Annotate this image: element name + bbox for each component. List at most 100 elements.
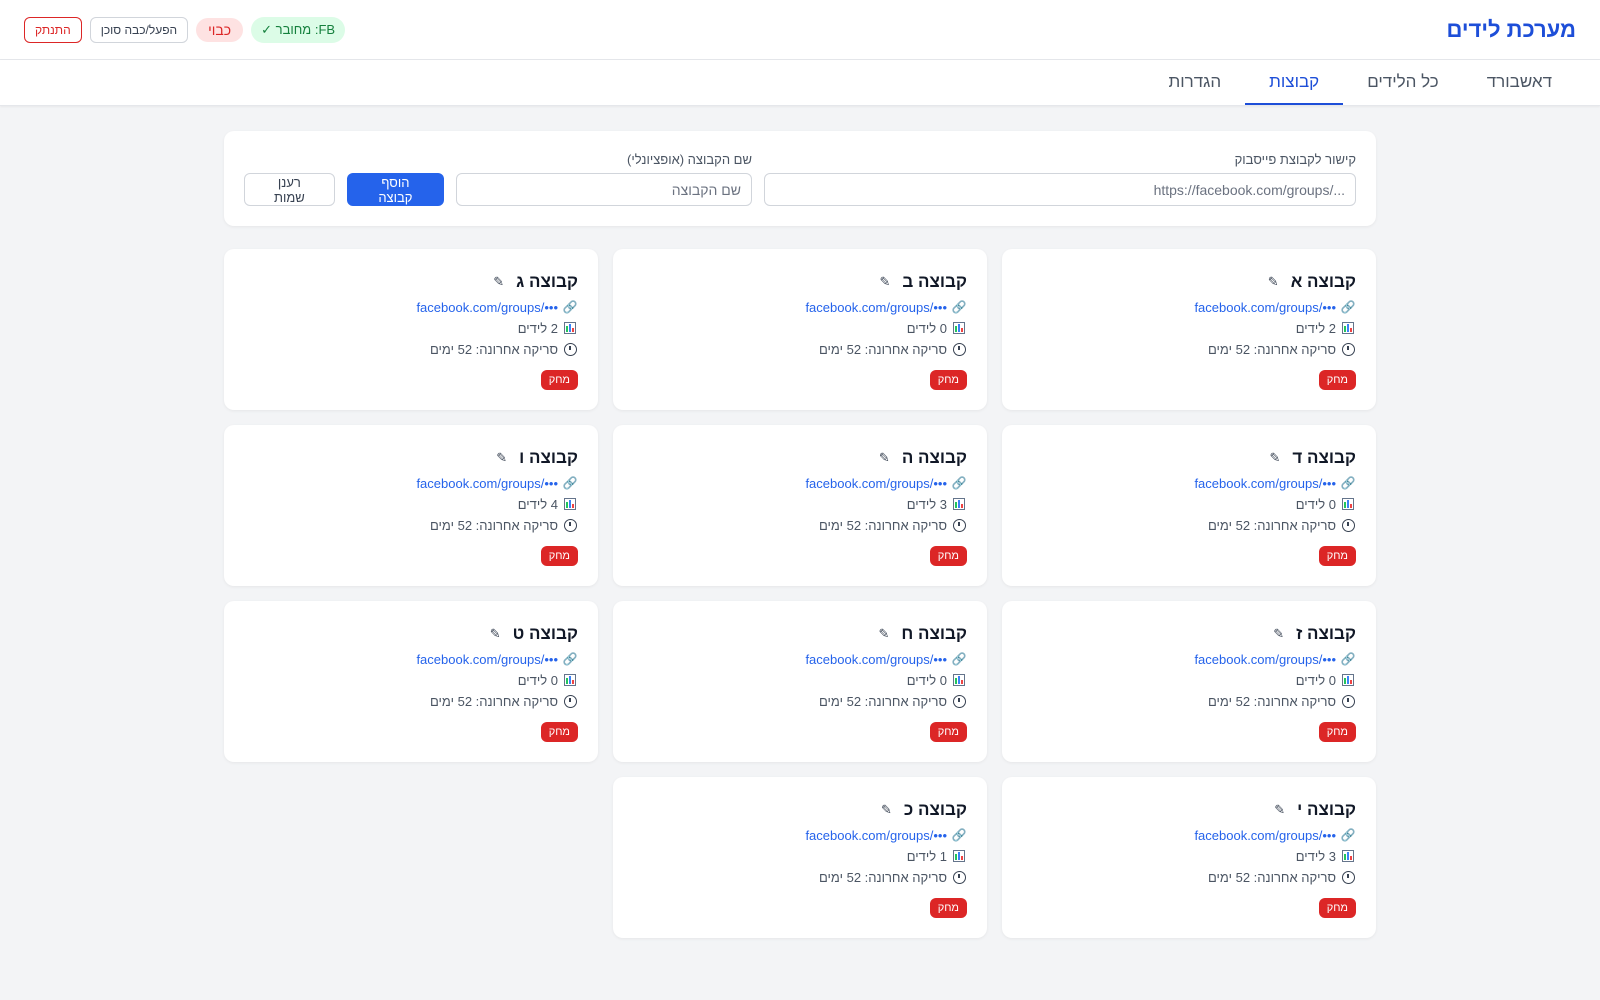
pencil-icon[interactable]: ✎ xyxy=(493,274,504,290)
group-leads-count: 4 לידים xyxy=(517,496,558,512)
pencil-icon[interactable]: ✎ xyxy=(1273,626,1284,642)
link-icon: 🔗 xyxy=(1340,476,1356,490)
clock-icon xyxy=(1340,342,1356,356)
group-leads-row: 2 לידים xyxy=(244,319,578,337)
group-card-header: קבוצה ה ✎ xyxy=(633,445,967,471)
group-last-scan: סריקה אחרונה: 52 ימים xyxy=(1208,517,1336,533)
group-leads-count: 3 לידים xyxy=(906,496,947,512)
bar-chart-icon xyxy=(951,498,967,510)
delete-group-button[interactable]: מחק xyxy=(1318,370,1356,390)
link-icon: 🔗 xyxy=(951,828,967,842)
header-actions: FB: מחובר ✓ כבוי הפעל/כבה סוכן התנתק xyxy=(24,16,346,43)
group-card-header: קבוצה כ ✎ xyxy=(633,797,967,823)
bar-chart-icon xyxy=(1340,498,1356,510)
group-last-scan: סריקה אחרונה: 52 ימים xyxy=(430,341,558,357)
group-card: קבוצה ח ✎ 🔗 facebook.com/groups/••• 0 לי… xyxy=(613,601,987,762)
group-card: קבוצה ג ✎ 🔗 facebook.com/groups/••• 2 לי… xyxy=(224,249,598,410)
bar-chart-icon xyxy=(951,850,967,862)
group-link[interactable]: facebook.com/groups/••• xyxy=(416,300,558,315)
group-last-scan: סריקה אחרונה: 52 ימים xyxy=(819,341,947,357)
group-card-header: קבוצה ח ✎ xyxy=(633,621,968,647)
link-icon: 🔗 xyxy=(1340,300,1356,314)
group-last-scan-row: סריקה אחרונה: 52 ימים xyxy=(1022,868,1356,886)
group-leads-count: 2 לידים xyxy=(517,320,558,336)
clock-icon xyxy=(1340,694,1356,708)
group-link[interactable]: facebook.com/groups/••• xyxy=(1194,652,1336,667)
group-name: קבוצה ח xyxy=(901,624,967,643)
group-last-scan: סריקה אחרונה: 52 ימים xyxy=(819,517,947,533)
bar-chart-icon xyxy=(1340,322,1356,334)
main-content: קישור לקבוצת פייסבוק שם הקבוצה (אופציונל… xyxy=(224,131,1376,938)
clock-icon xyxy=(1340,518,1356,532)
delete-group-button[interactable]: מחק xyxy=(929,370,967,390)
add-group-button[interactable]: הוסף קבוצה xyxy=(346,173,444,206)
group-leads-row: 0 לידים xyxy=(633,671,967,689)
group-name: קבוצה כ xyxy=(903,800,967,819)
pencil-icon[interactable]: ✎ xyxy=(1270,450,1281,466)
pencil-icon[interactable]: ✎ xyxy=(490,626,501,642)
group-leads-count: 3 לידים xyxy=(1295,848,1336,864)
delete-group-button[interactable]: מחק xyxy=(1318,546,1356,566)
bar-chart-icon xyxy=(562,322,578,334)
delete-group-button[interactable]: מחק xyxy=(1318,722,1356,742)
group-link[interactable]: facebook.com/groups/••• xyxy=(805,476,947,491)
group-link[interactable]: facebook.com/groups/••• xyxy=(805,300,947,315)
group-link-row: 🔗 facebook.com/groups/••• xyxy=(1022,474,1356,492)
link-icon: 🔗 xyxy=(562,300,578,314)
group-leads-row: 2 לידים xyxy=(1022,319,1356,337)
tab-groups[interactable]: קבוצות xyxy=(1245,60,1344,105)
group-link[interactable]: facebook.com/groups/••• xyxy=(416,652,558,667)
link-icon: 🔗 xyxy=(562,476,578,490)
tab-dashboard[interactable]: דאשבורד xyxy=(1463,60,1576,105)
pencil-icon[interactable]: ✎ xyxy=(881,802,892,818)
delete-group-button[interactable]: מחק xyxy=(1318,898,1356,918)
group-card: קבוצה ט ✎ 🔗 facebook.com/groups/••• 0 לי… xyxy=(224,601,598,762)
clock-icon xyxy=(1340,870,1356,884)
group-leads-count: 1 לידים xyxy=(906,848,947,864)
group-leads-row: 0 לידים xyxy=(1022,495,1356,513)
group-name-input[interactable] xyxy=(456,173,752,206)
delete-group-button[interactable]: מחק xyxy=(540,546,578,566)
group-link[interactable]: facebook.com/groups/••• xyxy=(805,652,947,667)
link-icon: 🔗 xyxy=(1340,652,1356,666)
pencil-icon[interactable]: ✎ xyxy=(880,274,891,290)
bar-chart-icon xyxy=(1340,674,1356,686)
fb-status-badge: FB: מחובר ✓ xyxy=(251,16,346,43)
group-leads-row: 1 לידים xyxy=(633,847,967,865)
tab-all-leads[interactable]: כל הלידים xyxy=(1343,60,1463,105)
group-last-scan: סריקה אחרונה: 52 ימים xyxy=(430,517,558,533)
pencil-icon[interactable]: ✎ xyxy=(879,450,890,466)
pencil-icon[interactable]: ✎ xyxy=(879,626,890,642)
group-name: קבוצה י xyxy=(1297,800,1356,819)
pencil-icon[interactable]: ✎ xyxy=(1274,802,1285,818)
delete-group-button[interactable]: מחק xyxy=(929,722,967,742)
clock-icon xyxy=(562,694,578,708)
group-card: קבוצה ד ✎ 🔗 facebook.com/groups/••• 0 לי… xyxy=(1002,425,1376,586)
group-leads-row: 0 לידים xyxy=(244,671,578,689)
logout-button[interactable]: התנתק xyxy=(24,16,82,43)
toggle-agent-button[interactable]: הפעל/כבה סוכן xyxy=(89,16,189,43)
delete-group-button[interactable]: מחק xyxy=(540,722,578,742)
tab-settings[interactable]: הגדרות xyxy=(1145,60,1246,105)
bar-chart-icon xyxy=(951,674,967,686)
delete-group-button[interactable]: מחק xyxy=(929,546,967,566)
group-last-scan-row: סריקה אחרונה: 52 ימים xyxy=(244,692,578,710)
group-url-input[interactable] xyxy=(764,173,1356,206)
group-link-row: 🔗 facebook.com/groups/••• xyxy=(244,474,578,492)
group-leads-row: 3 לידים xyxy=(1022,847,1356,865)
refresh-names-button[interactable]: רענן שמות xyxy=(244,173,335,206)
group-link[interactable]: facebook.com/groups/••• xyxy=(1194,300,1336,315)
group-link[interactable]: facebook.com/groups/••• xyxy=(416,476,558,491)
group-card-header: קבוצה י ✎ xyxy=(1022,797,1356,823)
pencil-icon[interactable]: ✎ xyxy=(1268,274,1279,290)
group-link[interactable]: facebook.com/groups/••• xyxy=(1194,828,1336,843)
group-link[interactable]: facebook.com/groups/••• xyxy=(1194,476,1336,491)
group-link-row: 🔗 facebook.com/groups/••• xyxy=(633,650,967,668)
bar-chart-icon xyxy=(1340,850,1356,862)
app-title: מערכת לידים xyxy=(1446,16,1576,42)
pencil-icon[interactable]: ✎ xyxy=(496,450,507,466)
group-link[interactable]: facebook.com/groups/••• xyxy=(805,828,947,843)
delete-group-button[interactable]: מחק xyxy=(540,370,578,390)
delete-group-button[interactable]: מחק xyxy=(929,898,967,918)
url-label: קישור לקבוצת פייסבוק xyxy=(1234,152,1356,167)
